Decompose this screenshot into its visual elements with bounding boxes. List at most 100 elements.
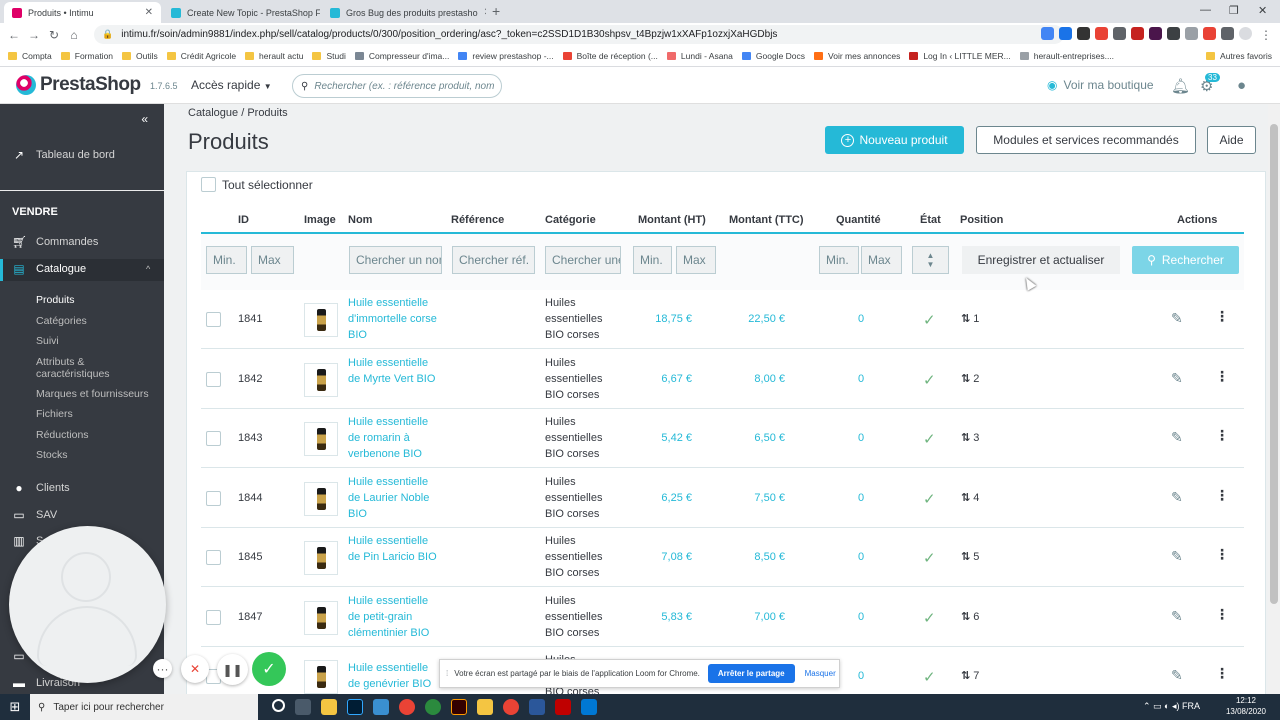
extension-icon[interactable] <box>1203 27 1216 40</box>
table-row[interactable]: 1841 Huile essentielle d'immortelle cors… <box>201 290 1244 349</box>
row-checkbox[interactable] <box>206 550 221 565</box>
browser-tab[interactable]: Gros Bug des produits prestasho ✕ <box>322 2 486 23</box>
minimize-icon[interactable]: — <box>1200 4 1211 16</box>
product-price-ht[interactable]: 7,08 € <box>626 551 692 563</box>
filezilla-icon[interactable] <box>555 699 571 715</box>
browser-menu-icon[interactable]: ⋮ <box>1256 28 1276 42</box>
new-tab-icon[interactable]: + <box>492 3 500 19</box>
product-quantity[interactable]: 0 <box>841 432 881 444</box>
table-row[interactable]: 1844 Huile essentielle de Laurier Noble … <box>201 469 1244 528</box>
more-actions-icon[interactable]: ⋮ <box>1215 487 1229 504</box>
extension-icon[interactable] <box>1095 27 1108 40</box>
product-name-link[interactable]: Huile essentielle de Laurier Noble BIO <box>348 474 443 522</box>
product-price-ht[interactable]: 6,67 € <box>626 373 692 385</box>
mail-icon[interactable] <box>373 699 389 715</box>
product-quantity[interactable]: 0 <box>841 670 881 682</box>
product-price-ht[interactable]: 6,25 € <box>626 492 692 504</box>
bookmark[interactable]: Google Docs <box>741 51 805 61</box>
help-button[interactable]: Aide <box>1207 126 1256 154</box>
pause-recording-icon[interactable]: ❚❚ <box>217 654 248 685</box>
more-actions-icon[interactable]: ⋮ <box>1215 606 1229 623</box>
chrome-icon[interactable] <box>503 699 519 715</box>
select-all-checkbox[interactable]: Tout sélectionner <box>201 177 313 192</box>
reference-filter-input[interactable]: Chercher réf. <box>452 246 535 274</box>
breadcrumb[interactable]: Catalogue / Produits <box>188 107 288 119</box>
bookmark[interactable]: Formation <box>60 51 113 61</box>
file-explorer-icon[interactable] <box>321 699 337 715</box>
extension-icon[interactable] <box>1131 27 1144 40</box>
status-filter-select[interactable]: ▲ ▼ <box>912 246 949 274</box>
id-min-input[interactable]: Min. <box>206 246 247 274</box>
bookmark[interactable]: Boîte de réception (... <box>562 51 658 61</box>
app-icon[interactable] <box>425 699 441 715</box>
edit-pencil-icon[interactable]: ✎ <box>1171 548 1183 565</box>
vscode-icon[interactable] <box>581 699 597 715</box>
extension-icon[interactable] <box>1185 27 1198 40</box>
edit-pencil-icon[interactable]: ✎ <box>1171 489 1183 506</box>
sidebar-item-orders[interactable]: 🛒︎ Commandes <box>12 235 98 249</box>
column-header-reference[interactable]: Référence <box>451 214 504 226</box>
row-checkbox[interactable] <box>206 490 221 506</box>
bookmark[interactable]: review prestashop -... <box>458 51 554 61</box>
sidebar-item-dashboard[interactable]: ↗ Tableau de bord <box>12 148 115 162</box>
product-price-ht[interactable]: 5,83 € <box>626 611 692 623</box>
search-input[interactable]: ⚲ Rechercher (ex. : référence produit, n… <box>292 74 502 98</box>
bookmark[interactable]: Log In ‹ LITTLE MER... <box>909 51 1011 61</box>
bell-icon[interactable]: 🔔︎ <box>1171 77 1190 95</box>
more-actions-icon[interactable]: ⋮ <box>1215 546 1229 563</box>
product-price-ht[interactable]: 18,75 € <box>626 313 692 325</box>
product-quantity[interactable]: 0 <box>841 373 881 385</box>
extension-icon[interactable] <box>1221 27 1234 40</box>
product-quantity[interactable]: 0 <box>841 551 881 563</box>
clock[interactable]: 12:12 13/08/2020 <box>1226 695 1266 717</box>
category-filter-input[interactable]: Chercher une catégorie <box>545 246 621 274</box>
close-tab-icon[interactable]: ✕ <box>139 7 153 18</box>
product-name-link[interactable]: Huile essentielle de Pin Laricio BIO <box>348 533 443 565</box>
more-options-icon[interactable]: ··· <box>153 659 172 678</box>
scrollbar-thumb[interactable] <box>1270 124 1278 604</box>
sidebar-subitem-stocks[interactable]: Stocks <box>36 449 68 461</box>
view-shop-link[interactable]: ◉ Voir ma boutique <box>1047 78 1154 92</box>
extension-icon[interactable] <box>1113 27 1126 40</box>
new-product-button[interactable]: + Nouveau produit <box>825 126 964 154</box>
prestashop-logo[interactable]: PrestaShop <box>16 74 141 96</box>
drag-sort-icon[interactable]: ⇅ <box>961 432 970 444</box>
product-price-ttc[interactable]: 8,00 € <box>721 373 785 385</box>
product-name-link[interactable]: Huile essentielle de petit-grain clément… <box>348 593 443 641</box>
product-position[interactable]: ⇅ 3 <box>961 431 979 444</box>
search-filter-button[interactable]: ⚲ Rechercher <box>1132 246 1239 274</box>
column-header-category[interactable]: Catégorie <box>545 214 596 226</box>
product-quantity[interactable]: 0 <box>841 492 881 504</box>
drag-sort-icon[interactable]: ⇅ <box>961 373 970 385</box>
product-price-ttc[interactable]: 6,50 € <box>721 432 785 444</box>
browser-tab[interactable]: Produits • Intimu ✕ <box>4 2 161 23</box>
product-position[interactable]: ⇅ 7 <box>961 669 979 682</box>
close-window-icon[interactable]: ✕ <box>1258 4 1267 17</box>
sidebar-subitem-categories[interactable]: Catégories <box>36 315 87 327</box>
reload-icon[interactable]: ↻ <box>44 28 64 42</box>
bookmark[interactable]: Outils <box>122 51 158 61</box>
product-name-link[interactable]: Huile essentielle d'immortelle corse BIO <box>348 295 443 343</box>
checkbox[interactable] <box>201 177 216 192</box>
column-header-price-ht[interactable]: Montant (HT) <box>638 214 706 226</box>
back-icon[interactable]: ← <box>4 28 24 42</box>
quantity-min-input[interactable]: Min. <box>819 246 859 274</box>
close-tab-icon[interactable]: ✕ <box>478 7 486 18</box>
extension-icon[interactable] <box>1149 27 1162 40</box>
row-checkbox[interactable] <box>206 609 221 625</box>
product-position[interactable]: ⇅ 2 <box>961 372 979 385</box>
save-and-refresh-button[interactable]: Enregistrer et actualiser <box>962 246 1120 274</box>
collapse-sidebar-icon[interactable]: « <box>141 112 148 126</box>
product-position[interactable]: ⇅ 1 <box>961 312 979 325</box>
product-price-ttc[interactable]: 7,50 € <box>721 492 785 504</box>
taskbar-search-input[interactable]: ⚲ Taper ici pour rechercher <box>30 694 258 720</box>
sidebar-subitem-files[interactable]: Fichiers <box>36 408 73 420</box>
illustrator-icon[interactable] <box>451 699 467 715</box>
active-check-icon[interactable]: ✓ <box>923 371 936 389</box>
product-quantity[interactable]: 0 <box>841 313 881 325</box>
extension-icon[interactable] <box>1059 27 1072 40</box>
product-position[interactable]: ⇅ 5 <box>961 550 979 563</box>
bookmark[interactable]: Autres favoris <box>1206 51 1272 61</box>
product-position[interactable]: ⇅ 6 <box>961 610 979 623</box>
edit-pencil-icon[interactable]: ✎ <box>1171 667 1183 684</box>
